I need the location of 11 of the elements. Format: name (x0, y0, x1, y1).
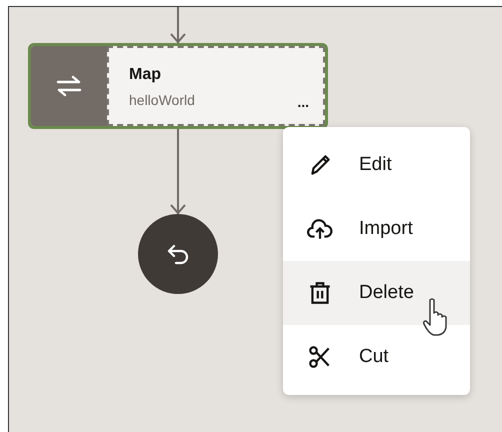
menu-item[interactable]: Edit (283, 133, 470, 197)
map-node[interactable]: Map helloWorld ... (28, 43, 328, 129)
menu-item[interactable]: Import (283, 197, 470, 261)
more-button[interactable]: ... (297, 94, 309, 110)
node-subtitle: helloWorld (129, 92, 196, 108)
menu-item[interactable]: Cut (283, 325, 470, 389)
node-title: Map (129, 66, 162, 84)
menu-item[interactable]: Delete (283, 261, 470, 325)
swap-arrows-icon (55, 74, 83, 98)
return-arrow-icon (166, 243, 190, 265)
cloud-upload-icon (307, 216, 333, 242)
